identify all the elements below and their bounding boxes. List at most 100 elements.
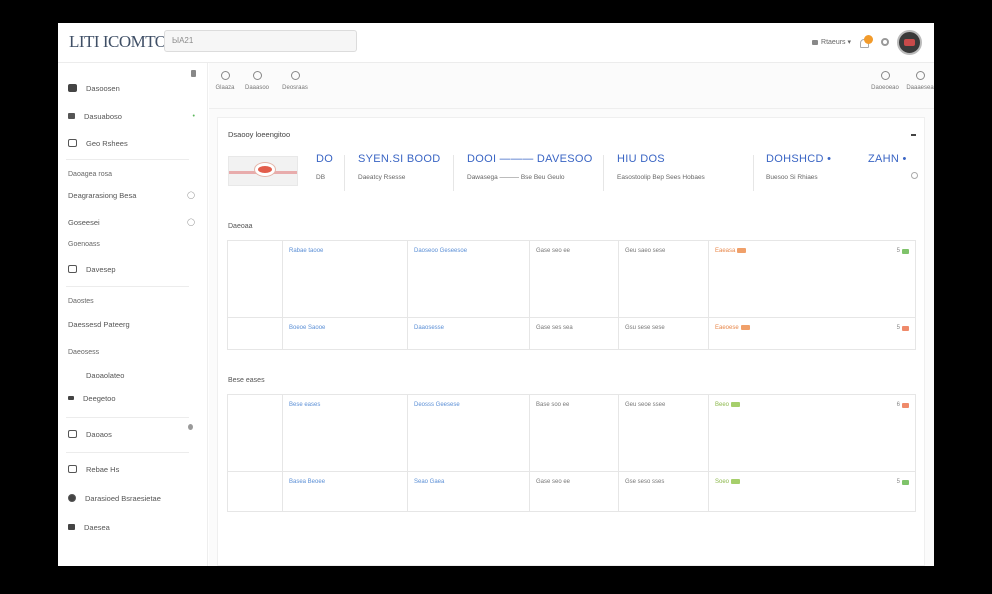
- status-text: Eaeoese: [715, 325, 739, 332]
- table-cell-link[interactable]: Rabae taooe: [282, 240, 408, 318]
- sidebar-item-label: Dasoosen: [86, 83, 120, 93]
- table-cell-link[interactable]: Daaosesse: [407, 317, 530, 350]
- link-icon: [68, 113, 75, 119]
- top-right-controls: Rtaeurs ▾: [812, 28, 922, 56]
- table-cell-link[interactable]: Boeoe Saooe: [282, 317, 408, 350]
- sidebar-item-4[interactable]: Deagrarasiong Besa ◯: [68, 188, 195, 202]
- sidebar-item-1[interactable]: Dasuaboso •: [68, 109, 195, 123]
- sidebar-item-label: Daoaolateo: [86, 370, 125, 380]
- summary-row: DO DB SYEN.SI BOOD Daeatcy Rsesse DOOI —…: [228, 153, 918, 203]
- table-cell-link[interactable]: Seao Gaea: [407, 471, 530, 512]
- section-label: Daeoaa: [228, 223, 253, 230]
- sidebar-item-label: Darasioed Bsraesietae: [85, 493, 161, 503]
- status-cell: Eaeasa 5: [708, 240, 916, 318]
- status-cell: Beeo 6: [708, 394, 916, 472]
- row-thumb-cell: [227, 240, 283, 318]
- status-text: Beeo: [715, 402, 730, 409]
- table-cell-link[interactable]: Basea Beoee: [282, 471, 408, 512]
- brand-logo[interactable]: LITI ICOMTO: [69, 32, 167, 52]
- count-value: 5: [896, 479, 900, 485]
- settings-icon: [290, 71, 300, 80]
- user-button[interactable]: Daoeoeao: [871, 70, 899, 91]
- row-thumb-cell: [227, 394, 283, 472]
- sidebar-item-11[interactable]: Daoaolateo: [86, 368, 195, 382]
- gear-icon[interactable]: [911, 172, 918, 179]
- status-cell: Eaeoese 5: [708, 317, 916, 350]
- count-value: 5: [896, 325, 900, 331]
- collapse-icon[interactable]: [191, 70, 196, 77]
- sidebar-item-label: Dasuaboso: [84, 111, 122, 121]
- table-row[interactable]: Basea Beoee Seao Gaea Gase seo ee Gse se…: [227, 471, 916, 512]
- sidebar-item-label: Daoaos: [86, 429, 112, 439]
- sidebar-item-0[interactable]: Dasoosen: [68, 81, 195, 95]
- table-row[interactable]: Boeoe Saooe Daaosesse Gase ses sea Gsu s…: [227, 317, 916, 350]
- sidebar-item-15[interactable]: Darasioed Bsraesietae: [68, 491, 195, 505]
- sidebar-item-7[interactable]: Davesep: [68, 262, 195, 276]
- refresh-button[interactable]: Glaaza: [211, 70, 239, 91]
- sidebar-item-label: Daesea: [84, 522, 110, 532]
- table-cell-link[interactable]: Deosss Geesese: [407, 394, 530, 472]
- summary-value: DO: [316, 153, 334, 165]
- summary-value: DOHSHCD •: [766, 153, 832, 165]
- sidebar-item-16[interactable]: Daesea: [68, 520, 195, 534]
- table-cell: Geu seoe ssee: [618, 394, 709, 472]
- table-cell: Geu saeo sese: [618, 240, 709, 318]
- gear-icon[interactable]: [881, 38, 889, 46]
- account-menu[interactable]: Rtaeurs ▾: [812, 38, 851, 46]
- status-chip: [737, 248, 747, 253]
- toolbar-label: Daaaesea: [906, 85, 934, 91]
- clock-icon: [68, 430, 77, 438]
- table-cell: Gase seo ee: [529, 240, 619, 318]
- notification-icon[interactable]: [859, 35, 873, 49]
- sidebar-item-9[interactable]: Daessesd Pateerg: [68, 317, 195, 331]
- badge-chip: [902, 479, 909, 485]
- summary-divider: [344, 155, 345, 191]
- table-cell: Gse seso sses: [618, 471, 709, 512]
- sidebar-item-2[interactable]: Geo Rshees: [68, 136, 195, 150]
- details-panel: Dsaooy loeengitoo DO DB SYEN.SI BOOD Dae…: [217, 117, 925, 566]
- sidebar-item-13[interactable]: Daoaos: [68, 427, 195, 441]
- minimize-icon[interactable]: [911, 134, 916, 136]
- user-circle-icon: [68, 494, 76, 502]
- sidebar-item-label: Davesep: [86, 264, 116, 274]
- count-badge: 5: [897, 325, 909, 331]
- toolbar: Glaaza Daaasoo Deosraas Daoeoeao Daaaese…: [209, 63, 934, 109]
- badge-chip: [902, 325, 909, 331]
- avatar[interactable]: [897, 29, 922, 55]
- summary-caption: Daeatcy Rsesse: [358, 174, 406, 181]
- upload-button[interactable]: Daaasoo: [243, 70, 271, 91]
- toolbar-label: Daaasoo: [244, 85, 270, 91]
- summary-item-4[interactable]: DOHSHCD • Buesoo Si Rhiaes: [766, 153, 831, 181]
- database-icon: [68, 84, 77, 92]
- summary-item-5[interactable]: ZAHN •: [868, 153, 907, 165]
- sidebar-divider: [66, 159, 189, 160]
- sidebar-section: Daostes: [68, 298, 94, 305]
- count-value: 5: [896, 248, 900, 254]
- search-input[interactable]: ЫА21: [164, 30, 357, 52]
- toolbar-label: Daoeoeao: [871, 85, 899, 91]
- sidebar-item-12[interactable]: Deegetoo: [68, 391, 195, 405]
- sidebar-item-5[interactable]: Goseesei ◯: [68, 215, 195, 229]
- product-image[interactable]: [228, 156, 298, 186]
- sidebar-item-label: Geo Rshees: [86, 138, 128, 148]
- sidebar-section: Daoagea rosa: [68, 171, 112, 178]
- settings-button[interactable]: Deosraas: [281, 70, 309, 91]
- row-thumb-cell: [227, 471, 283, 512]
- summary-caption: Dawasega ——— Bse Beu Geulo: [467, 174, 565, 181]
- circle-button[interactable]: Daaaesea: [905, 70, 934, 91]
- table-row[interactable]: Bese eases Deosss Geesese Base soo ee Ge…: [227, 394, 916, 472]
- sidebar-item-14[interactable]: Rebae Hs: [68, 462, 195, 476]
- sidebar: Dasoosen Dasuaboso • Geo Rshees Daoagea …: [58, 63, 208, 566]
- status-chip: [731, 479, 741, 484]
- sidebar-item-label: Rebae Hs: [86, 464, 120, 474]
- table-cell-link[interactable]: Daoseoo Geseesoe: [407, 240, 530, 318]
- data-table: Rabae taooe Daoseoo Geseesoe Gase seo ee…: [227, 240, 916, 350]
- section-label: Bese eases: [228, 377, 265, 384]
- main-content: Dsaooy loeengitoo DO DB SYEN.SI BOOD Dae…: [209, 109, 934, 566]
- sidebar-item-label: Daessesd Pateerg: [68, 319, 130, 329]
- upload-icon: [252, 71, 262, 80]
- summary-item-0: DO DB: [316, 153, 333, 181]
- table-row[interactable]: Rabae taooe Daoseoo Geseesoe Gase seo ee…: [227, 240, 916, 318]
- table-cell-link[interactable]: Bese eases: [282, 394, 408, 472]
- sidebar-item-label: Deagrarasiong Besa: [68, 190, 137, 200]
